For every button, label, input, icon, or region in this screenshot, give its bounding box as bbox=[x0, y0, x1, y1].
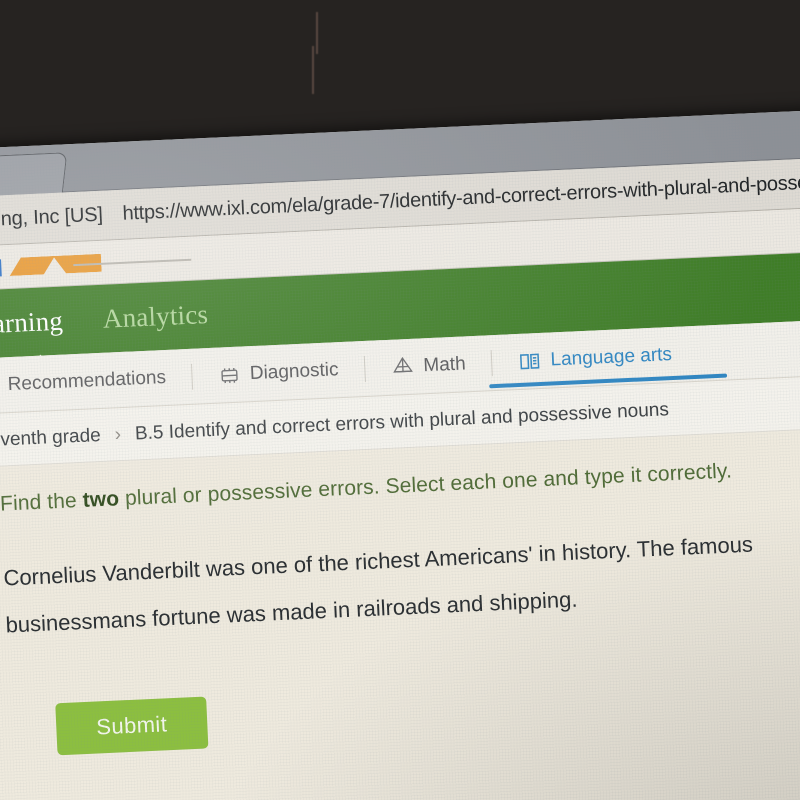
ixl-logo-blue-square bbox=[0, 259, 2, 278]
question-instruction: Find the two plural or possessive errors… bbox=[0, 453, 800, 516]
tab-language-arts[interactable]: Language arts bbox=[491, 326, 699, 390]
instruction-emphasis: two bbox=[82, 487, 120, 512]
tab-diagnostic[interactable]: Diagnostic bbox=[192, 341, 366, 404]
chevron-right-icon: › bbox=[114, 424, 122, 446]
question-sentence[interactable]: Cornelius Vanderbilt was one of the rich… bbox=[2, 519, 785, 649]
ixl-logo-orange-left bbox=[9, 256, 56, 276]
bezel-streak-lower bbox=[312, 46, 314, 94]
tab-label: Language arts bbox=[550, 343, 673, 371]
site-identity-label: earning, Inc [US] bbox=[0, 203, 104, 233]
tab-math[interactable]: Math bbox=[364, 335, 493, 396]
tab-label: Math bbox=[422, 352, 467, 376]
tab-label: Recommendations bbox=[7, 366, 167, 395]
breadcrumb-grade[interactable]: Seventh grade bbox=[0, 425, 101, 453]
open-book-icon bbox=[518, 349, 542, 373]
header-nav-analytics[interactable]: Analytics bbox=[102, 299, 209, 335]
url-divider bbox=[112, 202, 114, 227]
tab-label: Diagnostic bbox=[249, 358, 339, 384]
browser-tab[interactable] bbox=[0, 152, 68, 197]
instruction-prefix: Find the bbox=[0, 488, 84, 516]
tab-recommendations[interactable]: Recommendations bbox=[0, 349, 193, 415]
diagnostic-icon bbox=[218, 363, 241, 386]
monitor-screen: × earning, Inc [US] https://www.ixl.com/… bbox=[0, 107, 800, 800]
instruction-suffix: plural or possessive errors. Select each… bbox=[118, 459, 733, 511]
math-pyramid-icon bbox=[391, 355, 415, 379]
bezel-streak-upper bbox=[316, 12, 318, 54]
question-area: Find the two plural or possessive errors… bbox=[0, 426, 800, 759]
breadcrumb-skill: B.5 Identify and correct errors with plu… bbox=[134, 399, 670, 445]
photo-of-screen: × earning, Inc [US] https://www.ixl.com/… bbox=[0, 0, 800, 800]
submit-button[interactable]: Submit bbox=[55, 696, 209, 755]
header-nav-learning[interactable]: Learning bbox=[0, 305, 64, 340]
